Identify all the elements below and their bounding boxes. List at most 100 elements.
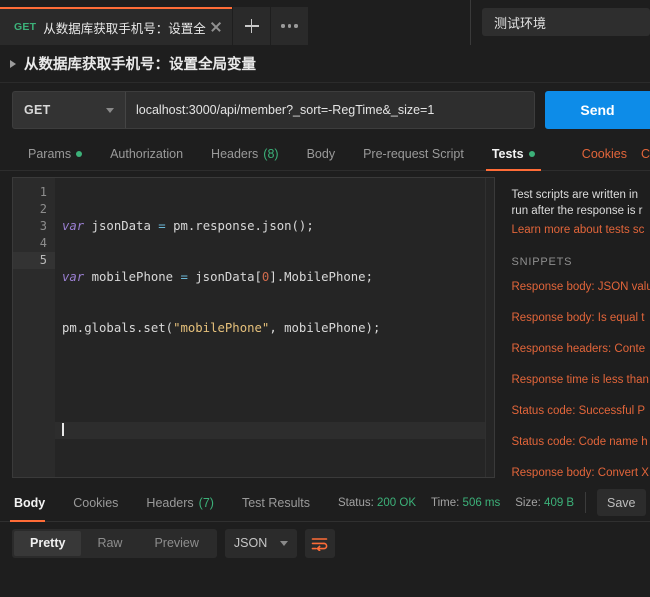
response-tab-headers-label: Headers [146, 496, 193, 510]
text-cursor [62, 423, 64, 436]
code-line: pm.globals.set("mobilePhone", mobilePhon… [62, 320, 494, 337]
line-number: 5 [13, 252, 55, 269]
url-input[interactable] [125, 91, 535, 129]
code-line-active [55, 422, 494, 439]
editor-gutter: 1 2 3 4 5 [13, 178, 55, 477]
environment-selector[interactable]: 测试环境 [482, 8, 650, 36]
time-value: 506 ms [463, 497, 501, 509]
tests-editor-area: 1 2 3 4 5 var jsonData = pm.response.jso… [0, 171, 650, 484]
tab-headers-count: (8) [263, 147, 278, 161]
code-token-expression: , mobilePhone); [269, 321, 380, 335]
snippet-item[interactable]: Response headers: Conte [511, 342, 650, 357]
code-line [62, 371, 494, 388]
view-mode-raw[interactable]: Raw [81, 531, 138, 556]
cookies-link[interactable]: Cookies [582, 147, 627, 161]
send-button[interactable]: Send [545, 91, 650, 129]
tab-tests-label: Tests [492, 147, 524, 161]
tab-pre-request-script[interactable]: Pre-request Script [349, 137, 478, 170]
tab-body[interactable]: Body [293, 137, 350, 170]
new-tab-button[interactable] [232, 7, 270, 45]
response-tab-headers[interactable]: Headers (7) [132, 484, 228, 522]
status-meta: Status: 200 OK [338, 497, 416, 509]
code-line: var jsonData = pm.response.json(); [62, 218, 494, 235]
request-tab-label: 从数据库获取手机号：设置全局变 [43, 18, 206, 37]
code-token-identifier: mobilePhone [84, 270, 180, 284]
response-bar: Body Cookies Headers (7) Test Results St… [0, 484, 650, 522]
tab-authorization[interactable]: Authorization [96, 137, 197, 170]
method-select-value: GET [24, 103, 51, 117]
format-select-value: JSON [234, 536, 267, 550]
response-tab-body-label: Body [14, 496, 45, 510]
tab-pre-request-script-label: Pre-request Script [363, 147, 464, 161]
format-select[interactable]: JSON [225, 529, 297, 558]
tab-params-label: Params [28, 147, 71, 161]
word-wrap-button[interactable] [305, 529, 335, 558]
line-number: 2 [13, 201, 55, 218]
tab-bar-divider [470, 0, 471, 45]
size-value: 409 B [544, 497, 574, 509]
request-tab[interactable]: GET 从数据库获取手机号：设置全局变 [0, 7, 232, 45]
plus-icon [244, 18, 260, 34]
learn-more-link[interactable]: Learn more about tests sc [511, 222, 650, 238]
snippets-description-line1: Test scripts are written in [511, 187, 650, 203]
snippet-item[interactable]: Status code: Successful P [511, 404, 650, 419]
tab-params[interactable]: Params [14, 137, 96, 170]
code-token-operator: = [158, 219, 173, 233]
code-editor[interactable]: 1 2 3 4 5 var jsonData = pm.response.jso… [12, 177, 495, 478]
response-tab-cookies[interactable]: Cookies [59, 484, 132, 522]
snippet-item[interactable]: Status code: Code name h [511, 435, 650, 450]
page-title: 从数据库获取手机号：设置全局变量 [24, 53, 256, 74]
chevron-down-icon [106, 108, 114, 113]
code-token-expression: pm.globals.set( [62, 321, 173, 335]
tab-tests[interactable]: Tests [478, 137, 549, 170]
request-title-row: 从数据库获取手机号：设置全局变量 [0, 45, 650, 83]
request-tabs-right: Cookies C [582, 137, 650, 170]
code-token-string: "mobilePhone" [173, 321, 269, 335]
response-tab-cookies-label: Cookies [73, 496, 118, 510]
status-value: 200 OK [377, 497, 416, 509]
snippet-item[interactable]: Response body: Is equal t [511, 311, 650, 326]
snippets-heading: SNIPPETS [511, 256, 650, 268]
code-token-operator: = [180, 270, 195, 284]
tab-headers[interactable]: Headers (8) [197, 137, 293, 170]
close-icon[interactable] [208, 19, 224, 35]
method-select[interactable]: GET [12, 91, 125, 129]
url-bar: GET Send [0, 83, 650, 137]
code-line: var mobilePhone = jsonData[0].MobilePhon… [62, 269, 494, 286]
response-tab-test-results[interactable]: Test Results [228, 484, 324, 522]
time-meta: Time: 506 ms [431, 497, 500, 509]
snippet-item[interactable]: Response body: Convert X [511, 466, 650, 478]
code-token-expression: pm.response.json(); [173, 219, 314, 233]
request-tab-method: GET [14, 21, 36, 33]
snippet-item[interactable]: Response body: JSON valu [511, 280, 650, 295]
request-tabs: Params Authorization Headers (8) Body Pr… [0, 137, 650, 171]
code-token-identifier: jsonData [84, 219, 158, 233]
more-tabs-button[interactable] [270, 7, 308, 45]
save-response-button[interactable]: Save [597, 489, 646, 516]
chevron-down-icon [280, 541, 288, 546]
caret-right-icon[interactable] [10, 60, 16, 68]
status-label: Status: [338, 497, 374, 509]
editor-scrollbar[interactable] [485, 178, 494, 477]
snippet-item[interactable]: Response time is less than [511, 373, 650, 388]
tab-body-label: Body [307, 147, 336, 161]
save-response-label: Save [607, 496, 636, 510]
tab-headers-label: Headers [211, 147, 258, 161]
response-tab-body[interactable]: Body [0, 484, 59, 522]
view-mode-preview[interactable]: Preview [138, 531, 214, 556]
response-tab-test-results-label: Test Results [242, 496, 310, 510]
view-mode-pretty[interactable]: Pretty [14, 531, 81, 556]
snippets-panel: Test scripts are written in run after th… [495, 177, 650, 478]
snippets-description-line2: run after the response is r [511, 203, 650, 219]
code-token-expression: jsonData[ [195, 270, 262, 284]
code-link[interactable]: C [641, 147, 650, 161]
time-label: Time: [431, 497, 459, 509]
response-meta-divider [585, 492, 586, 513]
response-body-toolbar: Pretty Raw Preview JSON [0, 522, 650, 564]
response-meta: Status: 200 OK Time: 506 ms Size: 409 B [338, 484, 574, 521]
response-headers-count: (7) [199, 496, 214, 510]
modified-dot-icon [529, 151, 535, 157]
code-token-keyword: var [62, 270, 84, 284]
tab-authorization-label: Authorization [110, 147, 183, 161]
editor-code[interactable]: var jsonData = pm.response.json(); var m… [55, 178, 494, 477]
